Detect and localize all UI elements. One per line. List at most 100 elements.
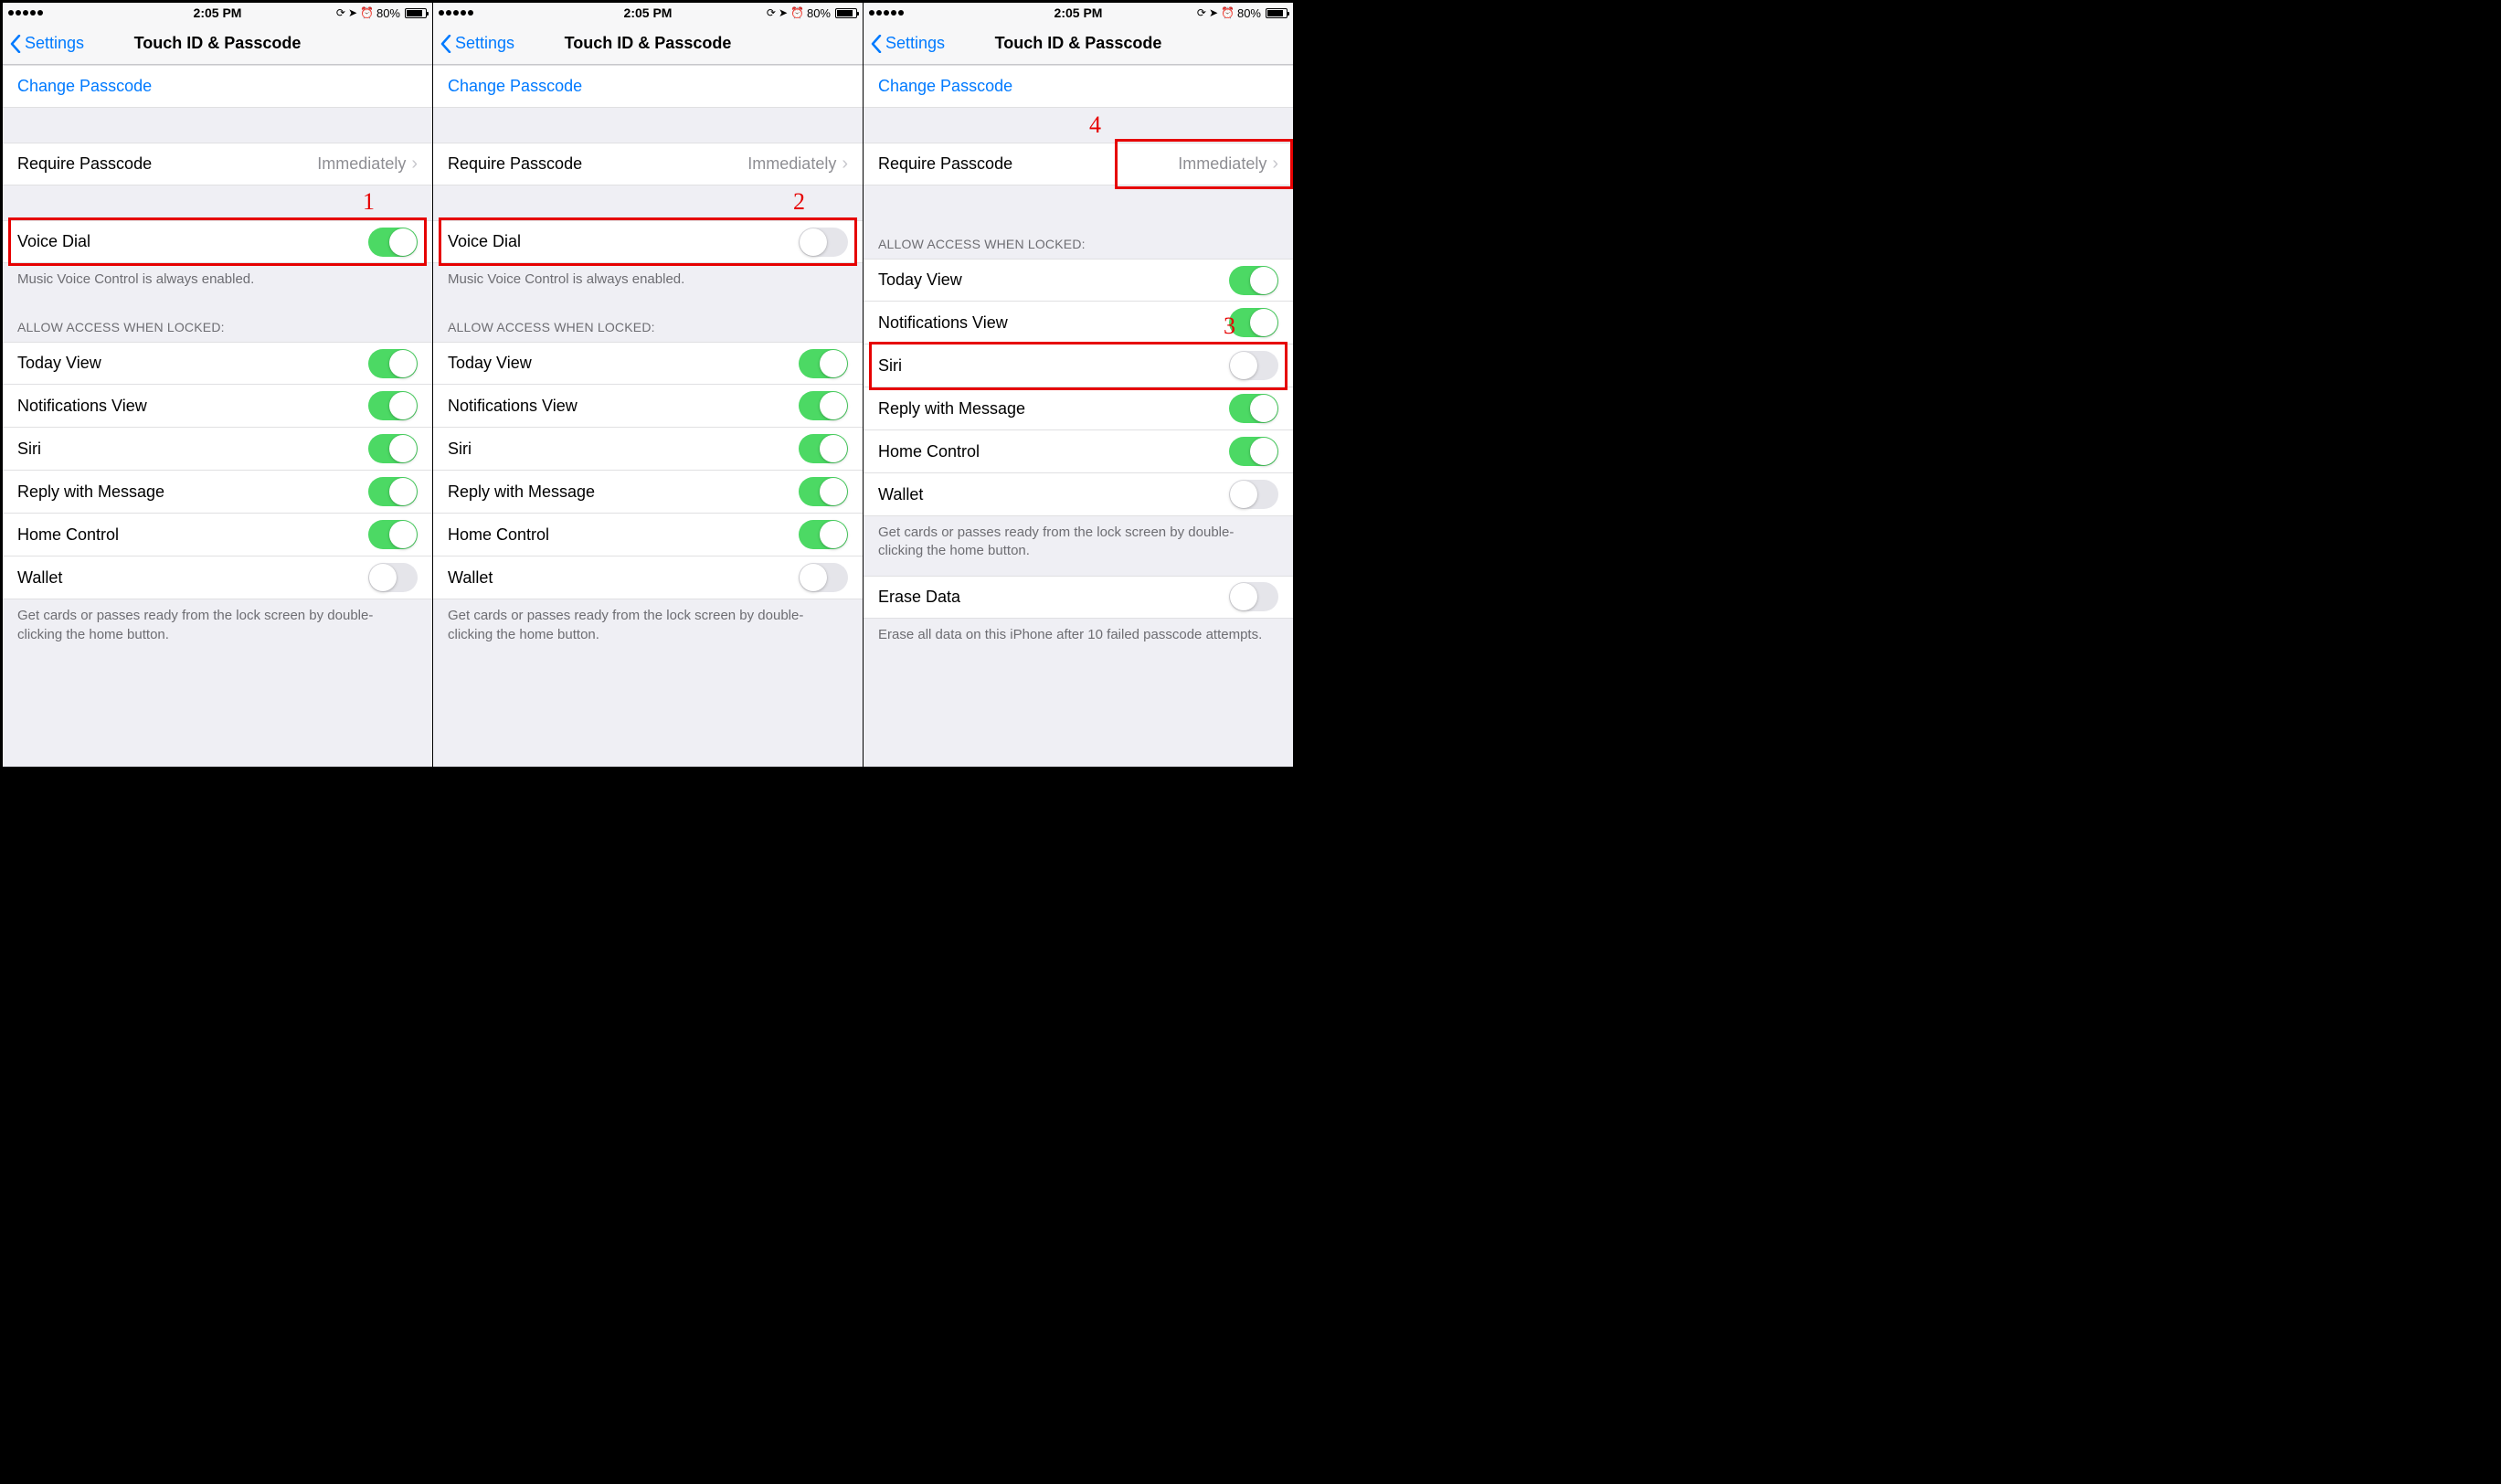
require-passcode[interactable]: Require PasscodeImmediately› (433, 143, 863, 186)
alarm-icon: ⏰ (360, 6, 374, 19)
siri[interactable]: Siri (433, 428, 863, 471)
orientation-lock-icon: ⟳ (1197, 6, 1206, 19)
toggle[interactable] (368, 563, 418, 592)
change-passcode[interactable]: Change Passcode (3, 65, 432, 108)
siri[interactable]: Siri (3, 428, 432, 471)
home-control[interactable]: Home Control (864, 430, 1293, 473)
chevron-right-icon: › (1272, 154, 1278, 175)
wallet-footer: Get cards or passes ready from the lock … (3, 599, 432, 659)
toggle[interactable] (368, 520, 418, 549)
wallet[interactable]: Wallet (3, 556, 432, 599)
location-icon: ➤ (779, 6, 788, 19)
voice-dial-footer: Music Voice Control is always enabled. (433, 263, 863, 303)
back-button[interactable]: Settings (433, 34, 514, 53)
change-passcode[interactable]: Change Passcode (864, 65, 1293, 108)
status-time: 2:05 PM (624, 5, 673, 20)
orientation-lock-icon: ⟳ (767, 6, 776, 19)
voice-dial-label: Voice Dial (17, 232, 368, 251)
toggle[interactable] (799, 520, 848, 549)
battery-icon (1266, 8, 1288, 18)
toggle[interactable] (368, 434, 418, 463)
back-button[interactable]: Settings (3, 34, 84, 53)
toggle[interactable] (799, 434, 848, 463)
settings-content: Change Passcode Require PasscodeImmediate… (864, 65, 1293, 767)
battery-icon (835, 8, 857, 18)
status-bar: 2:05 PM⟳➤⏰80% (864, 3, 1293, 23)
settings-content: Change PasscodeRequire PasscodeImmediate… (433, 65, 863, 767)
allow-access-header: ALLOW ACCESS WHEN LOCKED: (433, 303, 863, 342)
toggle[interactable] (1229, 582, 1278, 611)
toggle[interactable] (799, 349, 848, 378)
today-view-label: Today View (878, 270, 1229, 290)
home-control[interactable]: Home Control (433, 514, 863, 556)
notifications-view[interactable]: Notifications View (433, 385, 863, 428)
erase-data-label: Erase Data (878, 588, 1229, 607)
reply-with-message[interactable]: Reply with Message (433, 471, 863, 514)
toggle[interactable] (799, 391, 848, 420)
notifications-view[interactable]: Notifications View (864, 302, 1293, 344)
status-time: 2:05 PM (194, 5, 242, 20)
toggle[interactable] (368, 477, 418, 506)
voice-dial-label: Voice Dial (448, 232, 799, 251)
toggle[interactable] (1229, 437, 1278, 466)
status-bar: 2:05 PM⟳➤⏰80% (3, 3, 432, 23)
reply-with-message[interactable]: Reply with Message (864, 387, 1293, 430)
battery-percent: 80% (1237, 6, 1261, 20)
toggle[interactable] (1229, 351, 1278, 380)
require-passcode[interactable]: Require PasscodeImmediately› (864, 143, 1293, 186)
status-bar: 2:05 PM⟳➤⏰80% (433, 3, 863, 23)
change-passcode-label: Change Passcode (17, 77, 418, 96)
toggle[interactable] (799, 477, 848, 506)
location-icon: ➤ (1209, 6, 1218, 19)
wallet[interactable]: Wallet (864, 473, 1293, 516)
battery-percent: 80% (376, 6, 400, 20)
require-passcode-value: Immediately (317, 154, 406, 174)
notifications-view[interactable]: Notifications View (3, 385, 432, 428)
toggle[interactable] (1229, 266, 1278, 295)
reply-with-message-label: Reply with Message (448, 482, 799, 502)
change-passcode-label: Change Passcode (878, 77, 1278, 96)
toggle[interactable] (1229, 308, 1278, 337)
toggle[interactable] (799, 228, 848, 257)
back-label: Settings (25, 34, 84, 53)
toggle[interactable] (368, 391, 418, 420)
reply-with-message-label: Reply with Message (878, 399, 1229, 419)
nav-bar: SettingsTouch ID & Passcode (433, 23, 863, 65)
voice-dial[interactable]: Voice Dial (3, 220, 432, 263)
notifications-view-label: Notifications View (448, 397, 799, 416)
require-passcode-value: Immediately (747, 154, 836, 174)
today-view-label: Today View (448, 354, 799, 373)
page-title: Touch ID & Passcode (134, 34, 302, 53)
erase-data[interactable]: Erase Data (864, 576, 1293, 619)
toggle[interactable] (1229, 394, 1278, 423)
voice-dial[interactable]: Voice Dial (433, 220, 863, 263)
siri[interactable]: Siri (864, 344, 1293, 387)
home-control-label: Home Control (878, 442, 1229, 461)
wallet[interactable]: Wallet (433, 556, 863, 599)
toggle[interactable] (368, 349, 418, 378)
chevron-right-icon: › (842, 154, 848, 175)
wallet-label: Wallet (878, 485, 1229, 504)
toggle[interactable] (1229, 480, 1278, 509)
erase-data-footer: Erase all data on this iPhone after 10 f… (864, 619, 1293, 659)
home-control-label: Home Control (17, 525, 368, 545)
siri-label: Siri (17, 440, 368, 459)
change-passcode[interactable]: Change Passcode (433, 65, 863, 108)
back-button[interactable]: Settings (864, 34, 945, 53)
location-icon: ➤ (348, 6, 357, 19)
alarm-icon: ⏰ (1221, 6, 1235, 19)
today-view[interactable]: Today View (433, 342, 863, 385)
require-passcode[interactable]: Require PasscodeImmediately› (3, 143, 432, 186)
wallet-label: Wallet (17, 568, 368, 588)
home-control[interactable]: Home Control (3, 514, 432, 556)
wallet-footer: Get cards or passes ready from the lock … (864, 516, 1293, 576)
toggle[interactable] (799, 563, 848, 592)
today-view[interactable]: Today View (864, 259, 1293, 302)
settings-content: Change Passcode Require PasscodeImmediate… (3, 65, 432, 767)
back-label: Settings (885, 34, 945, 53)
battery-icon (405, 8, 427, 18)
today-view[interactable]: Today View (3, 342, 432, 385)
reply-with-message[interactable]: Reply with Message (3, 471, 432, 514)
toggle[interactable] (368, 228, 418, 257)
back-label: Settings (455, 34, 514, 53)
